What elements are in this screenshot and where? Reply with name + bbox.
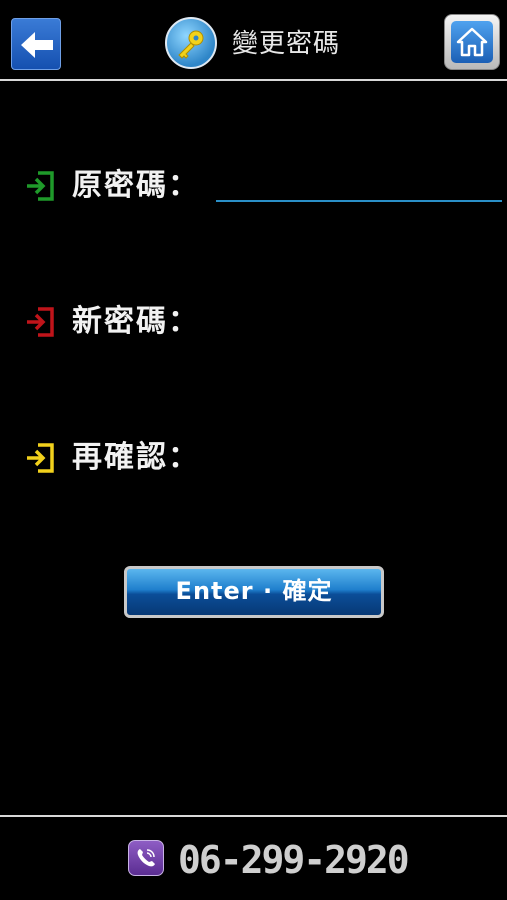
footer-divider: [0, 815, 507, 817]
old-password-label: 原密碼：: [72, 168, 200, 203]
page-title: 變更密碼: [232, 29, 341, 59]
back-button[interactable]: [11, 18, 61, 70]
old-password-row: 原密碼：: [24, 166, 504, 206]
phone-number: 06-299-2920: [178, 838, 410, 882]
confirm-password-label: 再確認：: [72, 440, 200, 475]
home-button[interactable]: [444, 14, 500, 70]
new-password-row: 新密碼：: [24, 302, 504, 342]
header-bar: 變更密碼: [0, 0, 507, 80]
key-icon: [165, 17, 217, 69]
enter-arrow-icon: [24, 442, 56, 478]
viber-phone-icon: [128, 840, 164, 876]
enter-confirm-button[interactable]: Enter · 確定: [124, 566, 384, 618]
enter-arrow-icon: [24, 306, 56, 342]
enter-arrow-icon: [24, 170, 56, 206]
header-divider: [0, 79, 507, 81]
confirm-password-input[interactable]: [216, 440, 502, 476]
confirm-password-row: 再確認：: [24, 438, 504, 478]
new-password-label: 新密碼：: [72, 304, 200, 339]
new-password-input[interactable]: [216, 304, 502, 340]
old-password-input[interactable]: [216, 166, 502, 202]
